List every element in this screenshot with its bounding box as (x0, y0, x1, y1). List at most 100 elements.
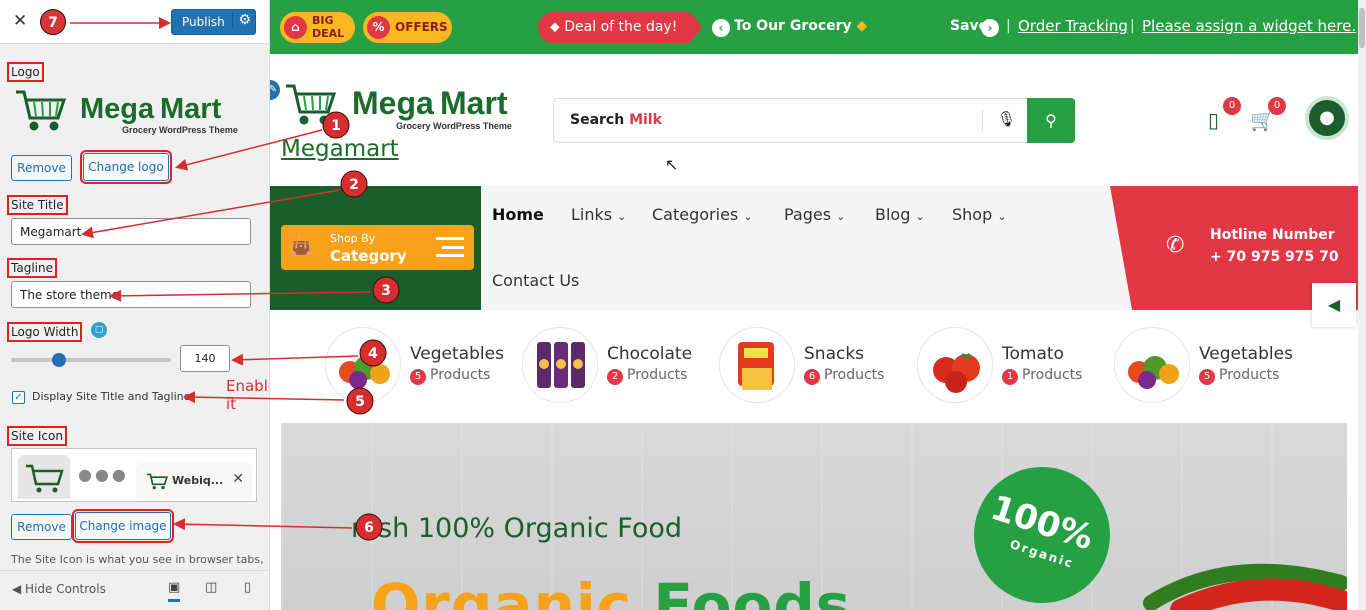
mobile-preview-icon[interactable]: ▯ (244, 580, 251, 595)
close-icon: ✕ (232, 471, 244, 487)
search-icon: ⚲ (1045, 111, 1057, 130)
wishlist-count: 0 (1223, 97, 1241, 115)
gift-icon: ⌂ (284, 16, 307, 39)
nav-pages[interactable]: Pages ⌄ (784, 205, 845, 224)
deal-of-day-label: Deal of the day! (564, 19, 678, 35)
site-title-link[interactable]: Megamart (281, 136, 399, 162)
shop-by-label: Shop By (330, 232, 376, 245)
arrow-left-icon[interactable]: ◀ (1312, 283, 1356, 327)
nav-contact[interactable]: Contact Us (492, 271, 579, 290)
shopping-bag-icon: 👜 (290, 236, 313, 257)
category-item[interactable]: Vegetables 5 Products (1114, 327, 1304, 405)
gear-icon[interactable]: ⚙ (232, 12, 251, 28)
category-item[interactable]: Chocolate 2 Products (522, 327, 712, 405)
section-label-logo-width: Logo Width (7, 322, 83, 342)
cart-count: 0 (1268, 97, 1286, 115)
cart-icon (26, 464, 64, 493)
hero-headline: Organic Foods (371, 571, 852, 610)
section-label-site-title: Site Title (7, 195, 68, 215)
order-tracking-link[interactable]: Order Tracking (1018, 17, 1128, 35)
change-logo-button[interactable]: Change logo (80, 150, 172, 184)
nav-home[interactable]: Home (492, 205, 544, 224)
nav-shop[interactable]: Shop ⌄ (952, 205, 1007, 224)
logo-brand-text-2: Mart (160, 93, 222, 125)
search-button[interactable]: ⚲ (1027, 98, 1075, 143)
site-icon-app-preview (18, 455, 70, 499)
edit-shortcut-icon[interactable]: ✎ (270, 80, 280, 100)
desktop-preview-icon[interactable]: ▣ (168, 580, 181, 602)
logo-width-slider[interactable] (11, 358, 171, 362)
nav-categories[interactable]: Categories ⌄ (652, 205, 753, 224)
category-count: 5 Products (410, 367, 490, 385)
hamburger-icon (436, 237, 464, 257)
search-bar[interactable]: Search Milk 🎙 ⚲ (553, 98, 1075, 143)
category-name: Tomato (1002, 344, 1064, 364)
percent-icon: % (367, 16, 390, 39)
site-icon-remove-button[interactable]: Remove (11, 514, 72, 540)
publish-button[interactable]: Publish ⚙ (171, 9, 256, 35)
logo-width-slider-handle[interactable] (52, 353, 66, 367)
category-item[interactable]: Snacks 6 Products (719, 327, 909, 405)
header-logo[interactable]: Mega Mart Grocery WordPress Theme (284, 82, 530, 134)
header-logo-brand: Mega (352, 85, 434, 121)
cart-icon (147, 473, 168, 490)
nav-blog[interactable]: Blog ⌄ (875, 205, 925, 224)
category-label: Category (330, 247, 407, 265)
hero-banner: resh 100% Organic Food Organic Foods 100… (281, 423, 1347, 610)
offers-pill[interactable]: % OFFERS (363, 12, 452, 43)
customizer-footer: ◀ Hide Controls ▣ ◫ ▯ (0, 570, 269, 610)
logo-subtitle: Grocery WordPress Theme (122, 125, 238, 135)
divider: | (1130, 18, 1135, 34)
category-item[interactable]: Tomato 1 Products (917, 327, 1107, 405)
account-button[interactable]: ● (1305, 96, 1349, 140)
microphone-icon[interactable]: 🎙 (982, 110, 1016, 132)
hide-controls-label: Hide Controls (25, 582, 106, 596)
nav-links[interactable]: Links ⌄ (571, 205, 626, 224)
hotline-number[interactable]: + 70 975 975 70 (1210, 249, 1339, 265)
site-title-input[interactable]: Megamart (11, 218, 251, 245)
chevron-left-icon[interactable]: ‹ (712, 19, 730, 37)
section-label-tagline: Tagline (7, 258, 57, 278)
category-image (917, 327, 993, 403)
info-icon[interactable]: ▢ (91, 322, 107, 338)
category-image (719, 327, 795, 403)
chevron-right-icon[interactable]: › (981, 19, 999, 37)
big-deal-pill[interactable]: ⌂ BIG DEAL (280, 12, 355, 43)
divider: | (1006, 18, 1011, 34)
scrollbar[interactable] (1358, 0, 1366, 610)
logo-remove-button[interactable]: Remove (11, 155, 72, 181)
close-icon[interactable]: ✕ (13, 11, 27, 31)
tablet-preview-icon[interactable]: ◫ (205, 580, 217, 595)
tagline-input[interactable]: The store theme (11, 281, 251, 308)
category-count: 2 Products (607, 367, 687, 385)
customizer-sidebar: ✕ 7 Publish ⚙ Logo Mega Mart Grocery Wor… (0, 0, 270, 610)
display-title-tagline-label: Display Site Title and Tagline (32, 390, 191, 403)
site-icon-preview: ●●● Webiq... ✕ (11, 448, 257, 502)
big-deal-label: BIG DEAL (312, 14, 345, 40)
scrollbar-thumb[interactable] (1359, 8, 1365, 48)
annotation-enable-note: Enable it (226, 377, 269, 413)
annotation-badge-7: 7 (40, 9, 66, 35)
header-logo-subtitle: Grocery WordPress Theme (396, 121, 512, 131)
chili-pepper-image (1143, 563, 1347, 610)
category-name: Vegetables (410, 344, 504, 364)
display-title-tagline-checkbox[interactable]: ✓ (12, 391, 25, 404)
phone-icon[interactable]: ▯ (1208, 108, 1219, 132)
category-count: 1 Products (1002, 367, 1082, 385)
site-icon-description: The Site Icon is what you see in browser… (11, 553, 264, 566)
category-count: 5 Products (1199, 367, 1279, 385)
logo-brand-text: Mega (80, 93, 155, 125)
more-dots-icon: ●●● (78, 465, 129, 484)
hide-controls-button[interactable]: ◀ Hide Controls (12, 582, 106, 596)
section-label-site-icon: Site Icon (7, 426, 67, 446)
change-image-button[interactable]: Change image (72, 509, 174, 543)
category-item[interactable]: Vegetables 5 Products (325, 327, 515, 405)
logo-width-input[interactable]: 140 (180, 345, 230, 372)
hero-tagline: resh 100% Organic Food (351, 513, 683, 544)
header-logo-brand-2: Mart (440, 85, 508, 121)
shop-by-category-button[interactable]: 👜 Shop By Category (281, 225, 474, 270)
assign-widget-link[interactable]: Please assign a widget here. (1142, 17, 1356, 35)
category-name: Snacks (804, 344, 865, 364)
user-icon: ● (1319, 107, 1335, 128)
site-preview: ⌂ BIG DEAL % OFFERS ⬥ Deal of the day! ‹ … (270, 0, 1366, 610)
